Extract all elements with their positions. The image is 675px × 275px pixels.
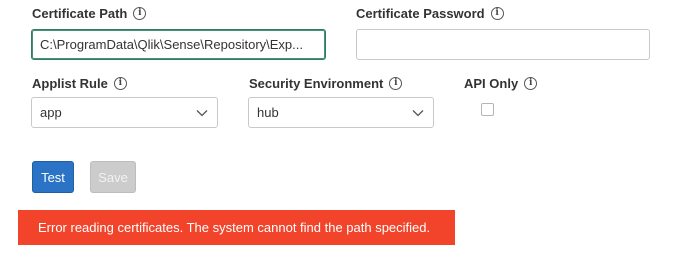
applist-rule-select[interactable]: app [31,97,218,128]
test-button[interactable]: Test [32,161,74,193]
certificate-settings-form: Certificate Path i C:\ProgramData\Qlik\S… [0,0,675,275]
applist-rule-label-text: Applist Rule [32,76,108,91]
security-environment-select[interactable]: hub [248,97,434,128]
certificate-path-input[interactable]: C:\ProgramData\Qlik\Sense\Repository\Exp… [31,29,326,60]
info-icon[interactable]: i [113,77,127,90]
certificate-path-value: C:\ProgramData\Qlik\Sense\Repository\Exp… [40,37,303,52]
applist-rule-selected: app [40,105,62,120]
api-only-label-text: API Only [464,76,519,91]
chevron-down-icon [195,106,209,120]
info-icon[interactable]: i [524,77,538,90]
certificate-path-label: Certificate Path i [32,6,147,21]
error-banner: Error reading certificates. The system c… [18,210,455,245]
certificate-password-input[interactable] [356,29,650,60]
certificate-path-label-text: Certificate Path [32,6,128,21]
security-environment-selected: hub [257,105,279,120]
info-icon[interactable]: i [490,7,504,20]
info-icon[interactable]: i [133,7,147,20]
applist-rule-label: Applist Rule i [32,76,127,91]
chevron-down-icon [411,106,425,120]
info-icon[interactable]: i [389,77,403,90]
certificate-password-label-text: Certificate Password [356,6,485,21]
security-environment-label: Security Environment i [249,76,403,91]
security-environment-label-text: Security Environment [249,76,384,91]
certificate-password-label: Certificate Password i [356,6,504,21]
save-button[interactable]: Save [90,161,136,193]
api-only-label: API Only i [464,76,538,91]
api-only-checkbox[interactable] [481,103,494,116]
